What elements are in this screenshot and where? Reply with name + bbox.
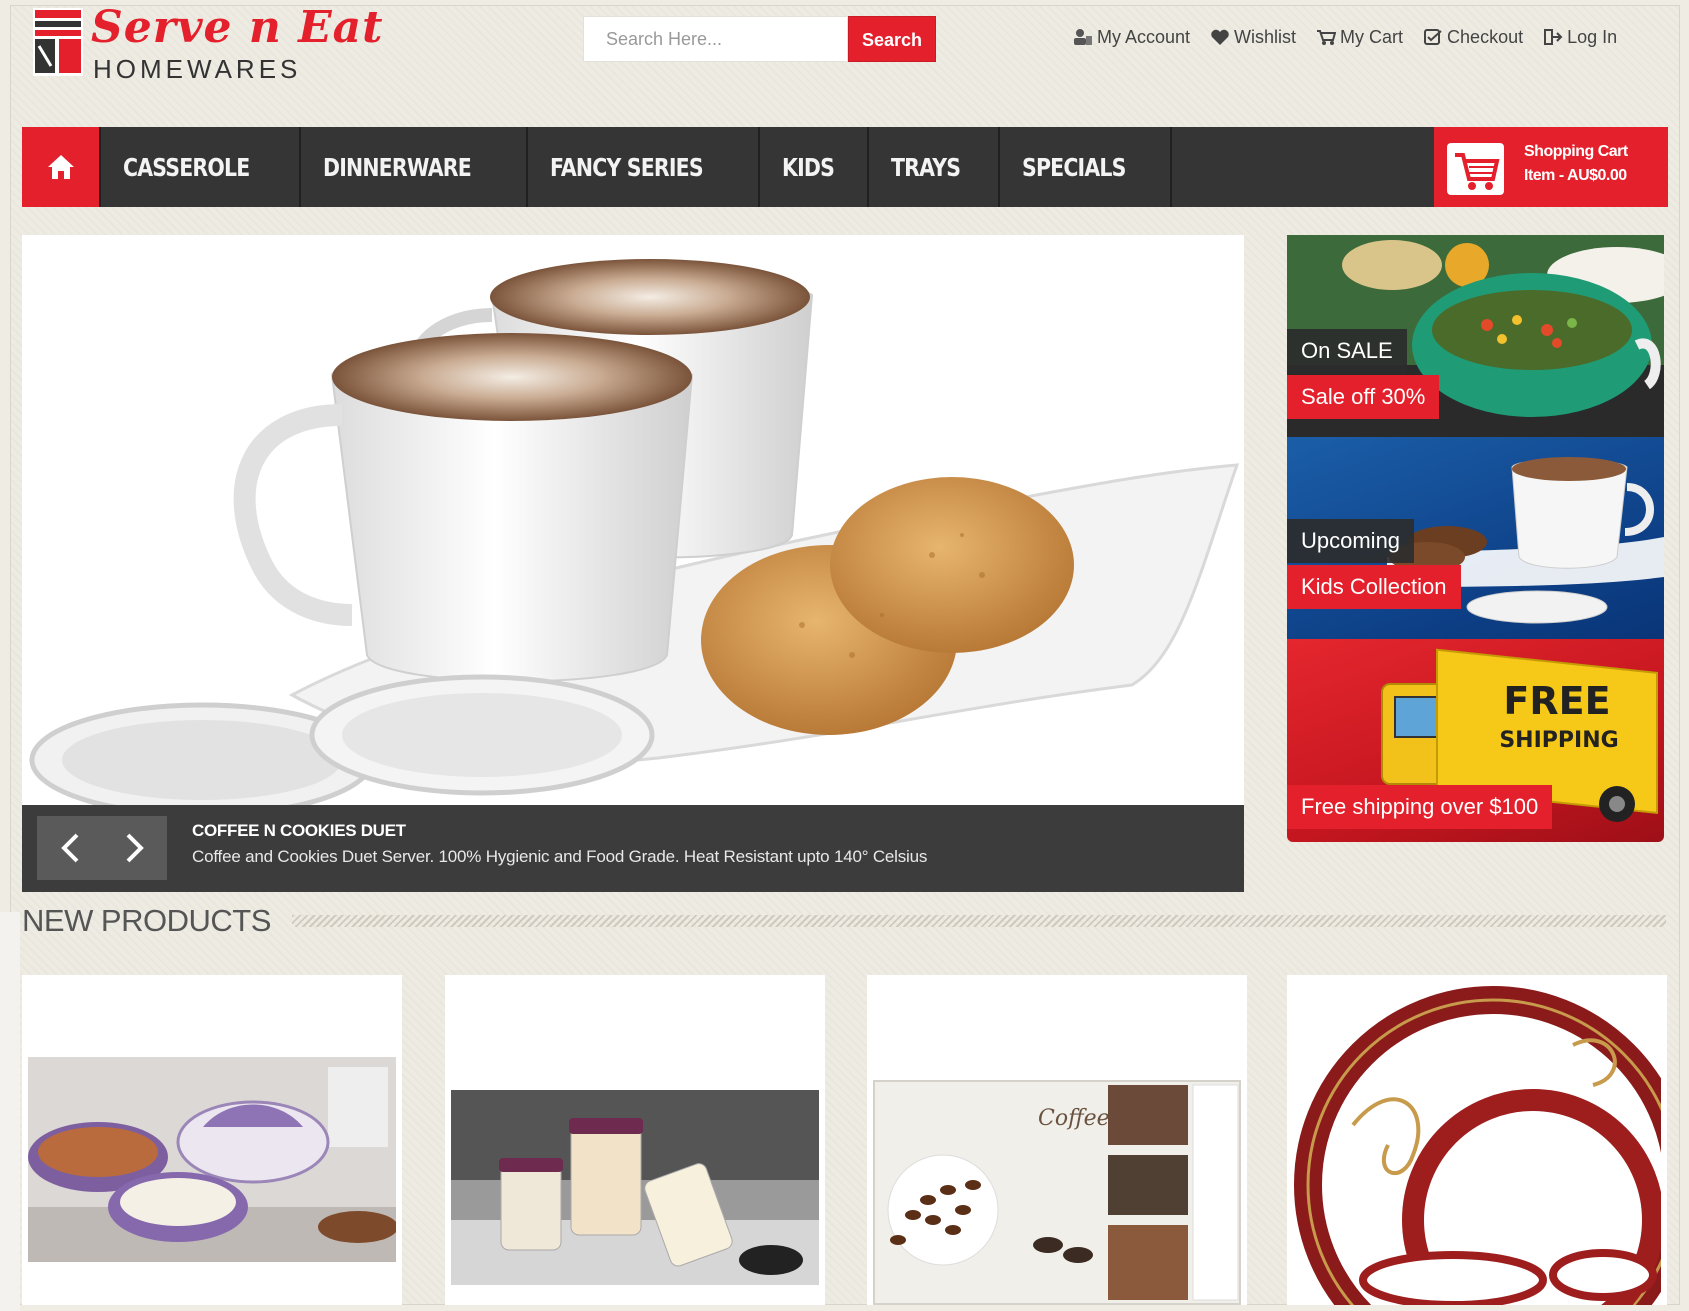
wishlist-link[interactable]: Wishlist xyxy=(1210,27,1296,48)
checkout-icon xyxy=(1424,29,1442,45)
slider-next-button[interactable] xyxy=(102,816,167,880)
product-image xyxy=(1294,986,1661,1305)
login-label: Log In xyxy=(1567,26,1618,47)
nav-item-specials[interactable]: SPECIALS xyxy=(997,127,1173,207)
new-products-title: NEW PRODUCTS xyxy=(22,903,271,938)
chevron-left-icon xyxy=(60,833,78,863)
nav-item-label: KIDS xyxy=(781,152,835,182)
left-gutter xyxy=(0,912,20,1311)
site-logo[interactable]: Serve n Eat HOMEWARES xyxy=(33,2,383,84)
logo-subtitle: HOMEWARES xyxy=(93,54,302,84)
cart-total: Item - AU$0.00 xyxy=(1524,167,1627,184)
cart-icon xyxy=(1317,30,1337,45)
nav-item-label: TRAYS xyxy=(891,152,961,182)
logo-mark-icon xyxy=(33,8,83,76)
nav-item-label: FANCY SERIES xyxy=(549,152,704,182)
nav-item-label: SPECIALS xyxy=(1021,152,1126,182)
search-input[interactable]: Search Here... xyxy=(583,16,848,62)
kids-collection-banner[interactable]: Upcoming Kids Collection xyxy=(1287,437,1664,639)
main-nav: CASSEROLE DINNERWARE FANCY SERIES KIDS T… xyxy=(22,127,1668,207)
product-card[interactable] xyxy=(1287,975,1667,1305)
checkout-label: Checkout xyxy=(1447,26,1524,47)
heart-icon xyxy=(1211,29,1229,45)
top-links: My Account Wishlist My Cart Checkout Log… xyxy=(1073,24,1617,50)
login-link[interactable]: Log In xyxy=(1543,27,1617,48)
slider-caption: COFFEE N COOKIES DUET Coffee and Cookies… xyxy=(22,805,1244,892)
sale-label: Sale off 30% xyxy=(1287,375,1440,419)
nav-item-casserole[interactable]: CASSEROLE xyxy=(99,127,299,207)
slide-image xyxy=(22,235,1244,805)
my-account-label: My Account xyxy=(1097,26,1191,47)
free-text: FREE xyxy=(1503,679,1610,723)
product-image: Coffee Break xyxy=(873,1080,1241,1305)
checkout-link[interactable]: Checkout xyxy=(1423,27,1523,48)
nav-home-button[interactable] xyxy=(22,127,99,207)
login-icon xyxy=(1544,29,1563,45)
sale-tag: On SALE xyxy=(1287,329,1407,373)
slider-prev-button[interactable] xyxy=(37,816,102,880)
nav-item-dinnerware[interactable]: DINNERWARE xyxy=(299,127,525,207)
free-shipping-banner[interactable]: FREE SHIPPING Free shipping over $100 xyxy=(1287,639,1664,842)
nav-item-label: CASSEROLE xyxy=(123,152,250,182)
search-button[interactable]: Search xyxy=(848,16,936,62)
shopping-cart-icon xyxy=(1447,143,1504,195)
shipping-text: SHIPPING xyxy=(1499,728,1618,753)
product-image xyxy=(28,1057,396,1262)
sale-banner[interactable]: On SALE Sale off 30% xyxy=(1287,235,1664,437)
home-icon xyxy=(47,155,74,179)
slide-description: Coffee and Cookies Duet Server. 100% Hyg… xyxy=(192,847,928,866)
product-image xyxy=(451,1090,819,1285)
product-card[interactable]: Coffee Break xyxy=(867,975,1247,1305)
upcoming-tag: Upcoming xyxy=(1287,519,1415,563)
nav-item-fancy-series[interactable]: FANCY SERIES xyxy=(525,127,758,207)
product-card[interactable] xyxy=(22,975,402,1305)
nav-item-trays[interactable]: TRAYS xyxy=(867,127,997,207)
cart-title: Shopping Cart xyxy=(1524,143,1628,160)
product-card[interactable] xyxy=(445,975,825,1305)
slider-controls xyxy=(37,816,167,880)
logo-title: Serve n Eat xyxy=(91,2,384,53)
nav-item-label: DINNERWARE xyxy=(323,152,472,182)
slide-title: COFFEE N COOKIES DUET xyxy=(192,821,406,840)
hero-slider[interactable]: COFFEE N COOKIES DUET Coffee and Cookies… xyxy=(22,235,1244,892)
section-divider xyxy=(292,915,1666,927)
nav-item-kids[interactable]: KIDS xyxy=(757,127,867,207)
my-cart-link[interactable]: My Cart xyxy=(1316,27,1403,48)
my-account-link[interactable]: My Account xyxy=(1073,27,1190,48)
account-icon xyxy=(1074,29,1092,45)
chevron-right-icon xyxy=(126,833,144,863)
my-cart-label: My Cart xyxy=(1340,26,1404,47)
wishlist-label: Wishlist xyxy=(1234,26,1297,47)
shopping-cart-button[interactable]: Shopping Cart Item - AU$0.00 xyxy=(1434,127,1668,207)
kids-collection-label: Kids Collection xyxy=(1287,565,1461,609)
free-shipping-label: Free shipping over $100 xyxy=(1287,785,1553,829)
